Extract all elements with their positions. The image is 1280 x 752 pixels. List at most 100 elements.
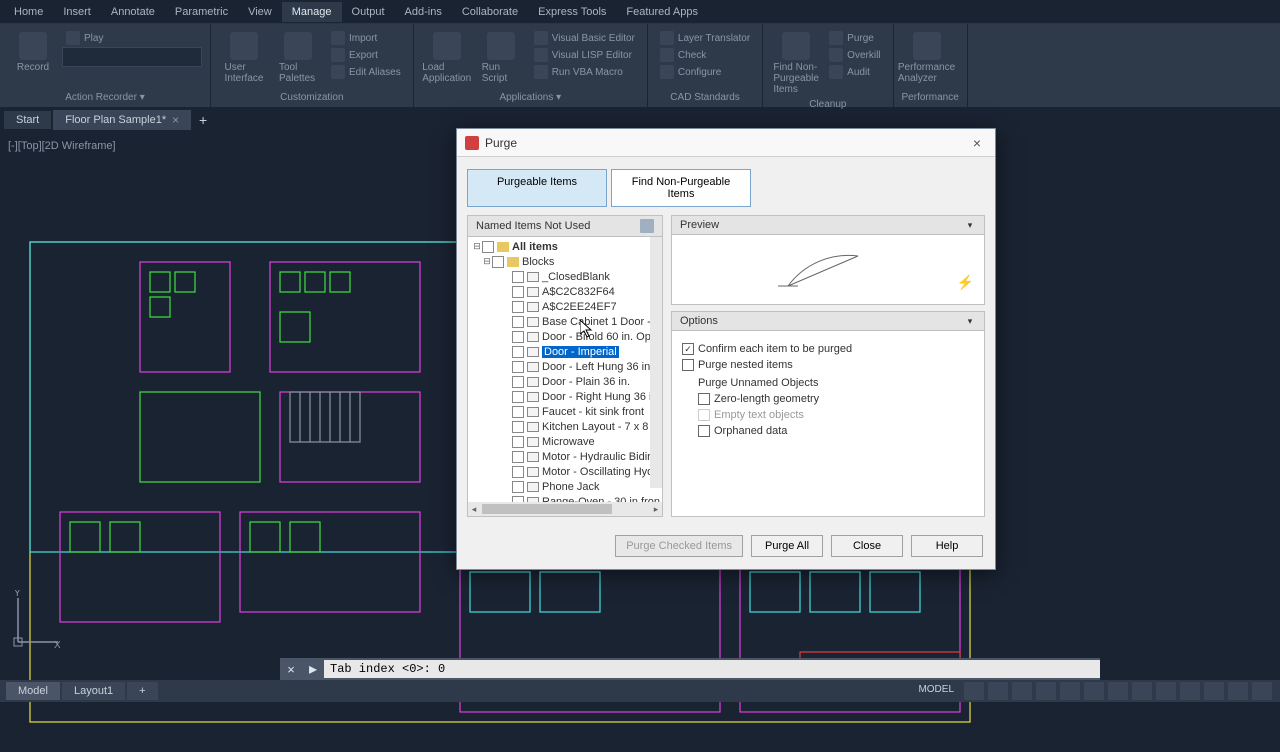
tree-scrollbar-v[interactable] xyxy=(650,237,662,488)
status-osnap-icon[interactable] xyxy=(1060,682,1080,700)
tree-checkbox[interactable] xyxy=(482,241,494,253)
status-lwt-icon[interactable] xyxy=(1084,682,1104,700)
find-nonpurgeable-tab[interactable]: Find Non-Purgeable Items xyxy=(611,169,751,207)
model-tab[interactable]: Model xyxy=(6,682,60,700)
status-grid-icon[interactable] xyxy=(964,682,984,700)
zero-checkbox[interactable] xyxy=(698,393,710,405)
help-button[interactable]: Help xyxy=(911,535,983,557)
tree-checkbox[interactable] xyxy=(512,346,524,358)
tree-checkbox[interactable] xyxy=(512,331,524,343)
add-tab-button[interactable]: + xyxy=(193,110,213,130)
lisp-button[interactable]: Visual LISP Editor xyxy=(530,47,639,63)
ribbon-tab-insert[interactable]: Insert xyxy=(53,2,101,22)
tree-checkbox[interactable] xyxy=(512,451,524,463)
ribbon-tab-home[interactable]: Home xyxy=(4,2,53,22)
load-app-button[interactable]: Load Application xyxy=(422,30,472,86)
doc-tab-start[interactable]: Start xyxy=(4,111,51,129)
status-snap-icon[interactable] xyxy=(988,682,1008,700)
tree-item[interactable]: Base Cabinet 1 Door - 2 xyxy=(468,314,662,329)
configure-button[interactable]: Configure xyxy=(656,64,754,80)
status-polar-icon[interactable] xyxy=(1036,682,1056,700)
status-ortho-icon[interactable] xyxy=(1012,682,1032,700)
tree-item[interactable]: A$C2C832F64 xyxy=(468,284,662,299)
collapse-icon[interactable]: ⊟ xyxy=(472,241,482,252)
tree-settings-icon[interactable] xyxy=(640,219,654,233)
ribbon-tab-output[interactable]: Output xyxy=(342,2,395,22)
options-dropdown-icon[interactable]: ▾ xyxy=(964,316,976,327)
tree-checkbox[interactable] xyxy=(492,256,504,268)
tree-item[interactable]: Door - Bifold 60 in. Ope xyxy=(468,329,662,344)
palettes-button[interactable]: Tool Palettes xyxy=(273,30,323,86)
audit-button[interactable]: Audit xyxy=(825,64,884,80)
preview-dropdown-icon[interactable]: ▾ xyxy=(964,220,976,231)
close-icon[interactable]: × xyxy=(172,113,179,127)
record-button[interactable]: Record xyxy=(8,30,58,75)
status-workspace-icon[interactable] xyxy=(1180,682,1200,700)
ribbon-tab-manage[interactable]: Manage xyxy=(282,2,342,22)
tree-checkbox[interactable] xyxy=(512,286,524,298)
ribbon-tab-view[interactable]: View xyxy=(238,2,282,22)
close-button[interactable]: Close xyxy=(831,535,903,557)
tree-checkbox[interactable] xyxy=(512,406,524,418)
purge-button[interactable]: Purge xyxy=(825,30,884,46)
tree-item[interactable]: Microwave xyxy=(468,434,662,449)
ui-button[interactable]: User Interface xyxy=(219,30,269,86)
ribbon-tab-collaborate[interactable]: Collaborate xyxy=(452,2,528,22)
import-button[interactable]: Import xyxy=(327,30,405,46)
status-clean-icon[interactable] xyxy=(1228,682,1248,700)
play-button[interactable]: Play xyxy=(62,30,202,46)
ribbon-tab-parametric[interactable]: Parametric xyxy=(165,2,238,22)
tree-item[interactable]: Motor - Hydraulic Bidire xyxy=(468,449,662,464)
tree-item[interactable]: A$C2EE24EF7 xyxy=(468,299,662,314)
nested-checkbox[interactable] xyxy=(682,359,694,371)
vba-button[interactable]: Run VBA Macro xyxy=(530,64,639,80)
tree-item[interactable]: _ClosedBlank xyxy=(468,269,662,284)
perf-analyzer-button[interactable]: Performance Analyzer xyxy=(902,30,952,86)
tree-item[interactable]: Kitchen Layout - 7 x 8 ft xyxy=(468,419,662,434)
status-annotation-icon[interactable] xyxy=(1156,682,1176,700)
translator-button[interactable]: Layer Translator xyxy=(656,30,754,46)
tree-item[interactable]: Door - Imperial xyxy=(468,344,662,359)
tree-checkbox[interactable] xyxy=(512,466,524,478)
status-gear-icon[interactable] xyxy=(1204,682,1224,700)
ribbon-tab-addins[interactable]: Add-ins xyxy=(395,2,452,22)
recorder-dropdown[interactable] xyxy=(62,47,202,67)
confirm-checkbox[interactable] xyxy=(682,343,694,355)
layout1-tab[interactable]: Layout1 xyxy=(62,682,125,700)
tree-checkbox[interactable] xyxy=(512,271,524,283)
ribbon-tab-express[interactable]: Express Tools xyxy=(528,2,616,22)
vbe-button[interactable]: Visual Basic Editor xyxy=(530,30,639,46)
export-button[interactable]: Export xyxy=(327,47,405,63)
tree-item[interactable]: Phone Jack xyxy=(468,479,662,494)
cmdline-close-icon[interactable]: × xyxy=(280,662,302,677)
overkill-button[interactable]: Overkill xyxy=(825,47,884,63)
purge-checked-button[interactable]: Purge Checked Items xyxy=(615,535,743,557)
status-cycling-icon[interactable] xyxy=(1132,682,1152,700)
dialog-close-button[interactable]: × xyxy=(967,135,987,151)
ribbon-tab-annotate[interactable]: Annotate xyxy=(101,2,165,22)
empty-checkbox[interactable] xyxy=(698,409,710,421)
tree-checkbox[interactable] xyxy=(512,481,524,493)
tree-checkbox[interactable] xyxy=(512,496,524,503)
add-layout-button[interactable]: + xyxy=(127,682,157,700)
items-tree[interactable]: ⊟All items ⊟Blocks _ClosedBlankA$C2C832F… xyxy=(468,237,662,502)
collapse-icon[interactable]: ⊟ xyxy=(482,256,492,267)
tree-checkbox[interactable] xyxy=(512,391,524,403)
tree-item[interactable]: Motor - Oscillating Hydr xyxy=(468,464,662,479)
doc-tab-file[interactable]: Floor Plan Sample1*× xyxy=(53,110,191,130)
tree-checkbox[interactable] xyxy=(512,436,524,448)
model-status[interactable]: MODEL xyxy=(912,682,960,700)
viewport-label[interactable]: [-][Top][2D Wireframe] xyxy=(8,140,116,152)
ribbon-tab-featured[interactable]: Featured Apps xyxy=(616,2,708,22)
orphaned-checkbox[interactable] xyxy=(698,425,710,437)
run-script-button[interactable]: Run Script xyxy=(476,30,526,86)
check-button[interactable]: Check xyxy=(656,47,754,63)
purge-all-button[interactable]: Purge All xyxy=(751,535,823,557)
tree-item[interactable]: Range-Oven - 30 in fron xyxy=(468,494,662,502)
tree-item[interactable]: Door - Plain 36 in. xyxy=(468,374,662,389)
tree-scrollbar-h[interactable]: ◂▸ xyxy=(468,502,662,516)
tree-checkbox[interactable] xyxy=(512,316,524,328)
purgeable-items-tab[interactable]: Purgeable Items xyxy=(467,169,607,207)
status-transparency-icon[interactable] xyxy=(1108,682,1128,700)
tree-item[interactable]: Door - Right Hung 36 in xyxy=(468,389,662,404)
